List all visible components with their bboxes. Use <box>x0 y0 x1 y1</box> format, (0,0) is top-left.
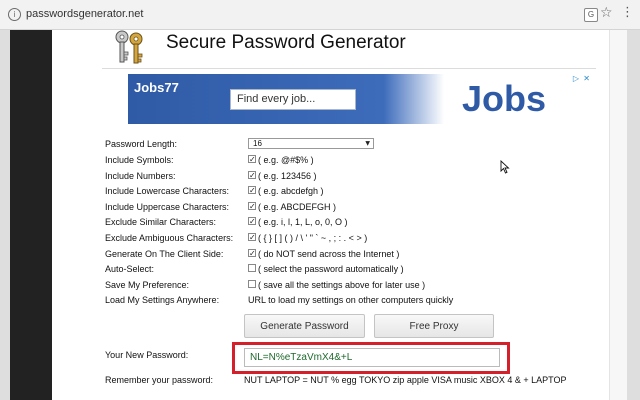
free-proxy-button[interactable]: Free Proxy <box>374 314 494 338</box>
header-divider <box>102 68 596 69</box>
new-password-label: Your New Password: <box>105 350 189 360</box>
new-password-field[interactable]: NL=N%eTzaVmX4&+L <box>244 348 500 367</box>
password-length-value: 16 <box>253 139 262 148</box>
option-hint: ( e.g. 123456 ) <box>258 171 317 181</box>
option-label: Exclude Similar Characters: <box>105 217 217 227</box>
include-lowercase-checkbox[interactable]: ✓ <box>248 186 256 195</box>
option-hint: ( select the password automatically ) <box>258 264 404 274</box>
option-hint: ( e.g. ABCDEFGH ) <box>258 202 337 212</box>
bookmark-star-icon[interactable]: ☆ <box>600 5 613 21</box>
ad-banner[interactable]: Jobs77 Find every job... Jobs ▷ ✕ <box>128 74 593 124</box>
exclude-similar-checkbox[interactable]: ✓ <box>248 217 256 226</box>
ad-search-placeholder: Find every job... <box>237 93 316 105</box>
option-hint: ( { } [ ] ( ) / \ ' " ` ~ , ; : . < > ) <box>258 233 368 243</box>
option-label: Include Uppercase Characters: <box>105 202 230 212</box>
ad-headline[interactable]: Jobs <box>462 78 546 120</box>
right-pane <box>609 30 627 400</box>
address-url[interactable]: passwordsgenerator.net <box>26 8 143 20</box>
generate-password-button[interactable]: Generate Password <box>244 314 365 338</box>
left-margin <box>0 30 10 400</box>
ad-brand-logo[interactable]: Jobs77 <box>134 80 179 95</box>
browser-address-bar: i passwordsgenerator.net G ☆ ⋮ <box>0 0 640 30</box>
option-label: Save My Preference: <box>105 280 190 290</box>
option-label: Exclude Ambiguous Characters: <box>105 233 234 243</box>
option-label: Include Symbols: <box>105 155 174 165</box>
password-length-label: Password Length: <box>105 139 178 149</box>
client-side-checkbox[interactable]: ✓ <box>248 249 256 258</box>
option-label: Generate On The Client Side: <box>105 249 224 259</box>
option-hint: ( e.g. abcdefgh ) <box>258 186 324 196</box>
chevron-down-icon: ▼ <box>365 140 370 147</box>
option-hint: ( save all the settings above for later … <box>258 280 426 290</box>
save-preference-checkbox[interactable] <box>248 280 256 288</box>
mouse-cursor-icon <box>500 160 510 174</box>
ad-close-icon[interactable]: ✕ <box>583 74 590 83</box>
translate-icon[interactable]: G <box>584 8 598 22</box>
site-info-icon[interactable]: i <box>8 8 21 21</box>
load-settings-link[interactable]: URL to load my settings on other compute… <box>248 295 453 305</box>
option-label: Include Numbers: <box>105 171 176 181</box>
exclude-ambiguous-checkbox[interactable]: ✓ <box>248 233 256 242</box>
include-symbols-checkbox[interactable]: ✓ <box>248 155 256 164</box>
remember-label: Remember your password: <box>105 375 214 385</box>
option-label: Include Lowercase Characters: <box>105 186 230 196</box>
browser-menu-icon[interactable]: ⋮ <box>621 6 634 19</box>
option-hint: ( do NOT send across the Internet ) <box>258 249 400 259</box>
option-hint: ( e.g. @#$% ) <box>258 155 314 165</box>
include-uppercase-checkbox[interactable]: ✓ <box>248 202 256 211</box>
right-margin <box>627 30 640 400</box>
option-label: Auto-Select: <box>105 264 155 274</box>
include-numbers-checkbox[interactable]: ✓ <box>248 171 256 180</box>
dark-sidebar <box>10 30 52 400</box>
auto-select-checkbox[interactable] <box>248 264 256 272</box>
page-title: Secure Password Generator <box>166 32 406 53</box>
password-length-select[interactable]: 16 ▼ <box>248 138 374 149</box>
new-password-value[interactable]: NL=N%eTzaVmX4&+L <box>250 352 352 363</box>
load-settings-label: Load My Settings Anywhere: <box>105 295 220 305</box>
ad-search-box[interactable]: Find every job... <box>230 89 356 110</box>
keys-icon <box>115 30 143 64</box>
option-hint: ( e.g. i, l, 1, L, o, 0, O ) <box>258 217 348 227</box>
remember-mnemonic: NUT LAPTOP = NUT % egg TOKYO zip apple V… <box>244 375 567 385</box>
ad-choices-icon[interactable]: ▷ <box>573 74 579 83</box>
